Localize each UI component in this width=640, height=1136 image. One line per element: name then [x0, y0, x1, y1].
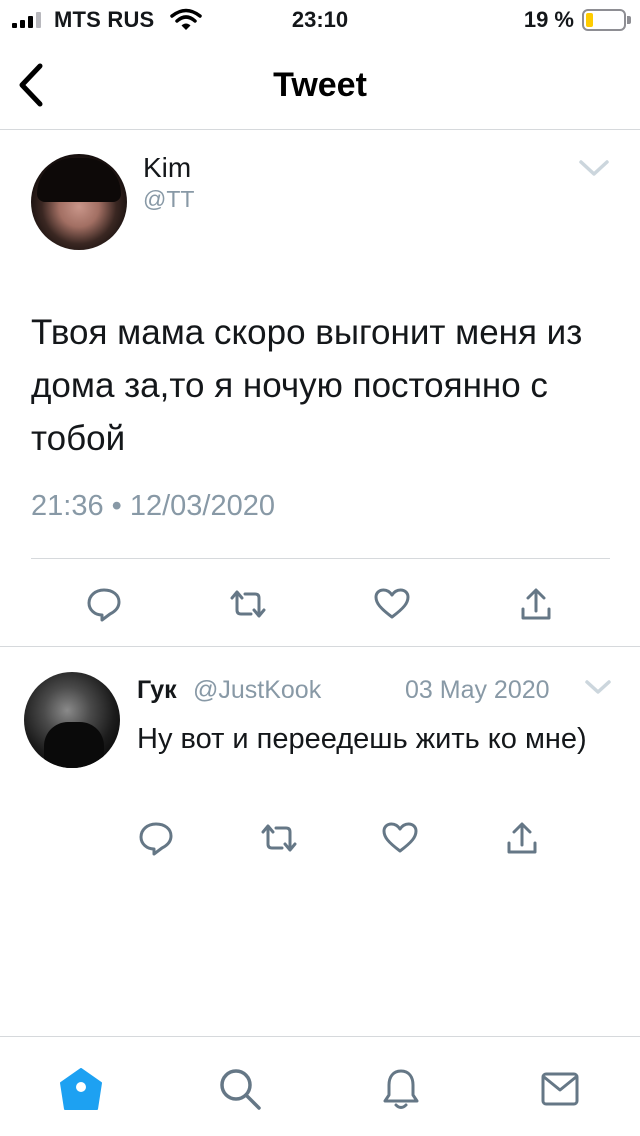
reply-button[interactable] — [84, 584, 124, 624]
reply-button[interactable] — [136, 818, 176, 858]
reply-icon — [139, 822, 173, 856]
share-icon — [521, 588, 551, 620]
home-icon — [60, 1068, 102, 1110]
search-icon — [220, 1069, 261, 1110]
tab-notifications[interactable] — [377, 1065, 425, 1113]
status-bar: MTS RUS 23:10 19 % — [0, 0, 640, 40]
like-icon — [374, 588, 410, 619]
tweet-timestamp: 21:36 • 12/03/2020 — [31, 490, 275, 522]
notifications-icon — [383, 1069, 419, 1109]
reply-date: 03 May 2020 — [405, 676, 550, 704]
tab-search[interactable] — [216, 1065, 264, 1113]
tab-bar — [0, 1036, 640, 1136]
share-button[interactable] — [502, 818, 542, 858]
battery-icon — [582, 9, 631, 31]
main-tweet: Kim @TT Твоя мама скоро выгонит меня из … — [0, 130, 640, 647]
reply-text: Ну вот и переедешь жить ко мне) — [137, 723, 587, 755]
divider — [31, 558, 610, 559]
nav-bar: Tweet — [0, 40, 640, 130]
tab-messages[interactable] — [536, 1065, 584, 1113]
reply-tweet[interactable]: Гук @JustKook 03 May 2020 Ну вот и перее… — [0, 648, 640, 888]
reply-author-name[interactable]: Гук — [137, 676, 177, 705]
like-icon — [382, 822, 418, 853]
author-name[interactable]: Kim — [143, 152, 191, 184]
chevron-down-icon[interactable] — [584, 678, 612, 698]
retweet-button[interactable] — [259, 818, 299, 858]
page-title: Tweet — [273, 66, 367, 104]
share-icon — [507, 822, 537, 854]
reply-icon — [87, 588, 121, 622]
share-button[interactable] — [516, 584, 556, 624]
battery-percent: 19 % — [523, 7, 574, 32]
like-button[interactable] — [372, 584, 412, 624]
like-button[interactable] — [380, 818, 420, 858]
avatar[interactable] — [24, 672, 120, 768]
retweet-icon — [261, 824, 297, 852]
chevron-down-icon[interactable] — [578, 158, 610, 180]
tweet-text: Твоя мама скоро выгонит меня из дома за,… — [31, 313, 583, 458]
tab-home[interactable] — [57, 1065, 105, 1113]
retweet-icon — [230, 590, 266, 618]
avatar[interactable] — [31, 154, 127, 250]
author-handle[interactable]: @TT — [143, 186, 194, 213]
reply-author-handle[interactable]: @JustKook — [193, 676, 321, 705]
retweet-button[interactable] — [228, 584, 268, 624]
messages-icon — [541, 1072, 579, 1106]
